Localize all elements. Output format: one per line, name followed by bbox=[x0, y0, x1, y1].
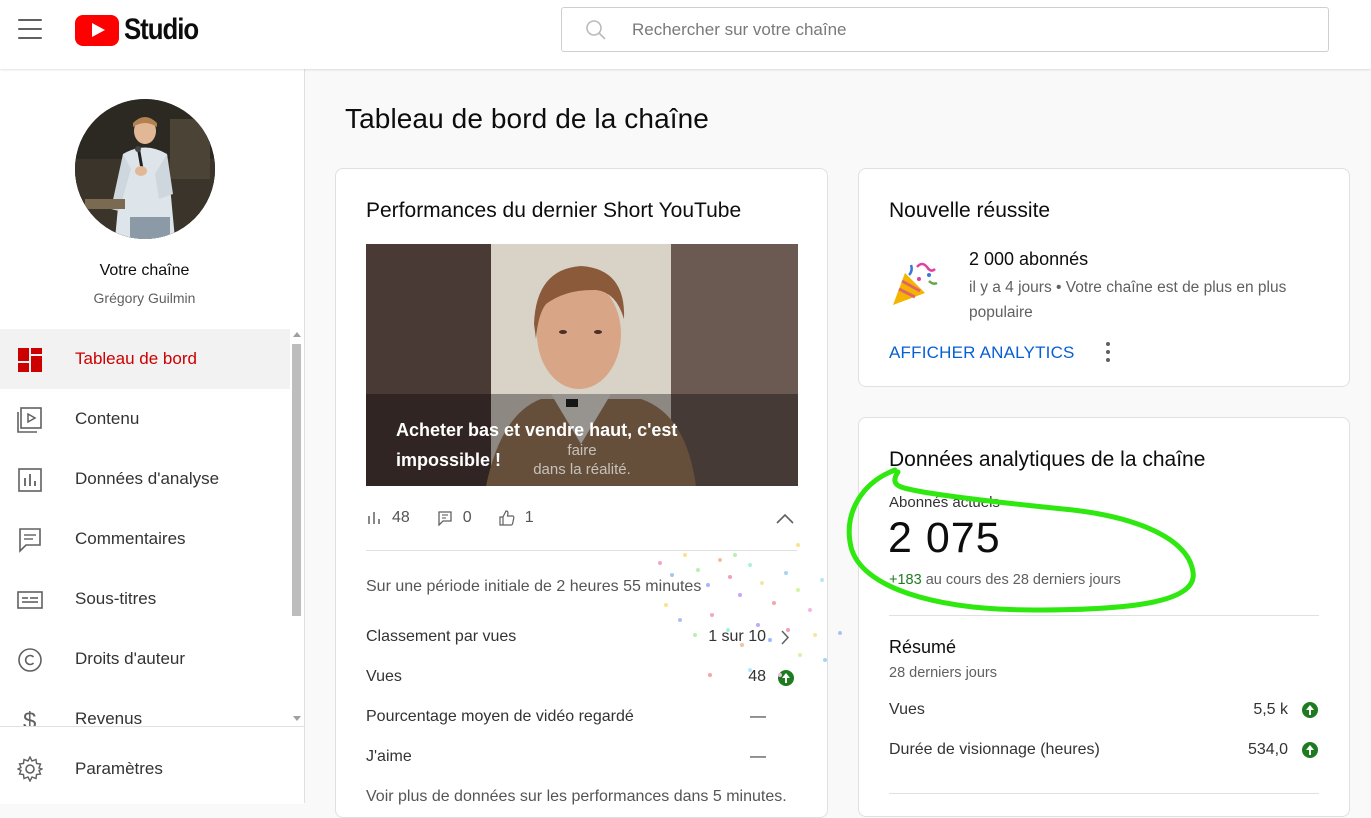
summary-row-views: Vues 5,5 k bbox=[889, 701, 1319, 719]
sidebar-item-settings[interactable]: Paramètres bbox=[0, 726, 304, 804]
search-icon bbox=[586, 19, 606, 40]
sidebar-item-label: Droits d'auteur bbox=[75, 649, 186, 668]
scroll-down-arrow[interactable] bbox=[293, 716, 301, 721]
row-label: Vues bbox=[366, 668, 402, 685]
row-label: J'aime bbox=[366, 748, 412, 765]
bar-chart-icon bbox=[368, 512, 380, 524]
summary-row-watch-time: Durée de visionnage (heures) 534,0 bbox=[889, 741, 1319, 759]
youtube-studio-logo[interactable]: Studio bbox=[75, 13, 210, 47]
annotation-circle bbox=[846, 467, 1196, 613]
stat-row-avg-percent: Pourcentage moyen de vidéo regardé — bbox=[366, 708, 796, 726]
show-analytics-link[interactable]: AFFICHER ANALYTICS bbox=[889, 343, 1075, 363]
row-label: Classement par vues bbox=[366, 628, 517, 645]
row-label: Durée de visionnage (heures) bbox=[889, 741, 1100, 758]
more-options-icon[interactable] bbox=[1105, 342, 1111, 364]
sidebar-item-comments[interactable]: Commentaires bbox=[0, 509, 290, 569]
summary-period: 28 derniers jours bbox=[889, 665, 997, 681]
arrow-up-icon bbox=[1302, 742, 1318, 758]
sidebar: Votre chaîne Grégory Guilmin Tableau de … bbox=[0, 69, 305, 804]
logo-text: Studio bbox=[124, 13, 199, 46]
row-value: — bbox=[750, 708, 766, 725]
subtitles-icon bbox=[17, 591, 43, 609]
row-value: — bbox=[750, 748, 766, 765]
channel-avatar[interactable] bbox=[75, 99, 215, 239]
short-caption: faire dans la réalité. bbox=[366, 441, 798, 479]
comments-icon bbox=[19, 528, 41, 553]
short-caption-line: dans la réalité. bbox=[533, 461, 631, 478]
sidebar-item-label: Sous-titres bbox=[75, 589, 157, 608]
settings-label: Paramètres bbox=[75, 759, 163, 778]
milestone-title: 2 000 abonnés bbox=[969, 249, 1089, 269]
row-label: Vues bbox=[889, 701, 925, 718]
top-bar: Studio bbox=[0, 0, 1371, 69]
milestone-card: Nouvelle réussite 2 000 abonnés il y a 4… bbox=[858, 168, 1350, 387]
card-title: Nouvelle réussite bbox=[889, 199, 1051, 222]
sidebar-item-label: Contenu bbox=[75, 409, 140, 428]
channel-name: Grégory Guilmin bbox=[93, 290, 196, 306]
page-title: Tableau de bord de la chaîne bbox=[345, 103, 709, 134]
sidebar-item-label: Commentaires bbox=[75, 529, 186, 548]
channel-title: Votre chaîne bbox=[99, 262, 190, 279]
gear-icon bbox=[17, 756, 43, 782]
views-stat: 48 bbox=[366, 509, 410, 527]
sidebar-item-dashboard[interactable]: Tableau de bord bbox=[0, 329, 290, 389]
card-title: Performances du dernier Short YouTube bbox=[366, 199, 742, 222]
divider bbox=[889, 793, 1319, 794]
row-value: 534,0 bbox=[1247, 741, 1288, 758]
arrow-up-icon bbox=[1302, 702, 1318, 718]
sidebar-nav: Tableau de bord Contenu Données d'analys… bbox=[0, 329, 290, 749]
comment-icon bbox=[438, 511, 452, 526]
likes-count: 1 bbox=[524, 509, 534, 526]
party-popper-icon bbox=[893, 262, 938, 305]
dashboard-icon bbox=[18, 348, 42, 372]
youtube-play-icon bbox=[75, 14, 119, 46]
comments-stat: 0 bbox=[437, 509, 472, 527]
sidebar-item-analytics[interactable]: Données d'analyse bbox=[0, 449, 290, 509]
summary-title: Résumé bbox=[889, 637, 957, 657]
search-box[interactable] bbox=[561, 7, 1329, 52]
sidebar-item-content[interactable]: Contenu bbox=[0, 389, 290, 449]
row-label: Pourcentage moyen de vidéo regardé bbox=[366, 708, 634, 725]
more-data-text: Voir plus de données sur les performance… bbox=[366, 788, 787, 805]
comments-count: 0 bbox=[462, 509, 472, 526]
copyright-icon bbox=[18, 648, 42, 672]
stat-row-likes: J'aime — bbox=[366, 748, 796, 766]
latest-short-card: Performances du dernier Short YouTube Ac… bbox=[335, 168, 828, 818]
sidebar-item-label: Tableau de bord bbox=[75, 349, 197, 368]
content-icon bbox=[17, 407, 42, 433]
short-stats: 48 0 1 bbox=[366, 507, 561, 529]
sidebar-item-copyright[interactable]: Droits d'auteur bbox=[0, 629, 290, 689]
short-caption-line: faire bbox=[567, 442, 597, 459]
chevron-up-icon[interactable] bbox=[776, 513, 794, 524]
likes-stat: 1 bbox=[499, 509, 534, 527]
views-count: 48 bbox=[392, 509, 410, 526]
short-thumbnail[interactable]: Acheter bas et vendre haut, c'est imposs… bbox=[366, 244, 798, 486]
search-input[interactable] bbox=[632, 19, 1282, 40]
milestone-description: il y a 4 jours • Votre chaîne est de plu… bbox=[969, 279, 1287, 321]
analytics-icon bbox=[18, 468, 42, 492]
sidebar-scrollbar[interactable] bbox=[292, 344, 301, 616]
sidebar-item-subtitles[interactable]: Sous-titres bbox=[0, 569, 290, 629]
sidebar-item-label: Données d'analyse bbox=[75, 469, 220, 488]
thumbs-up-icon bbox=[499, 510, 515, 526]
menu-icon[interactable] bbox=[18, 19, 42, 39]
scroll-up-arrow[interactable] bbox=[293, 332, 301, 337]
confetti-decoration bbox=[658, 543, 842, 677]
row-value: 5,5 k bbox=[1253, 701, 1288, 718]
